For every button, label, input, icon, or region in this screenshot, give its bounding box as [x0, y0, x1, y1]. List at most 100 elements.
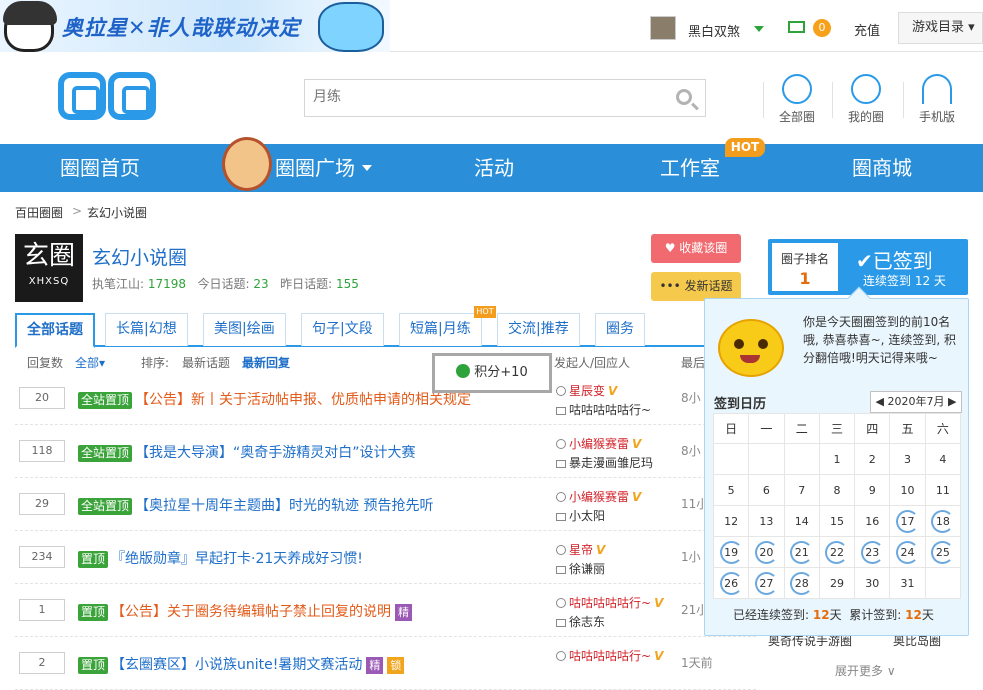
tab-exchange[interactable]: 交流|推荐 — [497, 313, 580, 346]
group-logo: 玄圈 XHXSQ — [15, 234, 83, 302]
new-topic-button[interactable]: ••• 发新话题 — [651, 272, 741, 301]
expand-more[interactable]: 展开更多 ∨ — [835, 662, 896, 679]
topic-replier[interactable]: 咕咕咕咕咕行~ — [556, 401, 651, 418]
topic-title-link[interactable]: 【公告】新丨关于活动帖申报、优质帖申请的相关规定 — [135, 392, 471, 408]
topic-row[interactable]: 234 置顶 『绝版勋章』早起打卡·21天养成好习惯! 星帝 V 徐谦丽 1小 — [15, 531, 756, 584]
featured-badge: 精 — [395, 604, 413, 621]
pinned-tag: 全站置顶 — [78, 392, 133, 409]
sort-latest-reply[interactable]: 最新回复 — [242, 354, 290, 371]
topic-row[interactable]: 1 置顶 【公告】关于圈务待编辑帖子禁止回复的说明精咕咕咕咕咕行~ V 徐志东 21小 — [15, 584, 756, 637]
calendar-day: 3 — [889, 443, 926, 475]
new-topic-label: 发新话题 — [684, 279, 733, 293]
topic-author[interactable]: 小编猴赛雷 V — [556, 435, 641, 452]
topic-author[interactable]: 咕咕咕咕咕行~ V — [556, 647, 663, 664]
user-icon — [851, 74, 881, 104]
nav-plaza[interactable]: 圈圈广场 — [275, 144, 355, 192]
promo-banner[interactable]: 奥拉星✕非人哉联动决定 — [0, 0, 390, 52]
my-groups-button[interactable]: 我的圈 — [836, 74, 896, 124]
tab-all-topics[interactable]: 全部话题 — [15, 313, 95, 348]
tab-short-monthly[interactable]: 短篇|月练 — [399, 313, 482, 346]
points-text: 积分+10 — [474, 365, 528, 380]
topic-title-line: 全站置顶 【奥拉星十周年主题曲】时光的轨迹 预告抢先听 — [78, 495, 433, 515]
streak-unit: 天 — [829, 608, 842, 622]
topic-replier-name: 徐谦丽 — [569, 562, 606, 576]
avatar[interactable] — [650, 16, 676, 40]
mobile-version-button[interactable]: 手机版 — [907, 74, 967, 124]
calendar-day-number: 10 — [900, 483, 915, 497]
topic-author-name: 小编猴赛雷 — [569, 490, 630, 504]
topic-replier[interactable]: 暴走漫画雏尼玛 — [556, 454, 653, 471]
topic-author[interactable]: 小编猴赛雷 V — [556, 488, 641, 505]
mail-icon[interactable] — [788, 21, 805, 33]
rank-label: 圈子排名 — [780, 252, 829, 266]
favorite-group-button[interactable]: ♥ 收藏该圈 — [651, 234, 741, 263]
topic-row[interactable]: 29 全站置顶 【奥拉星十周年主题曲】时光的轨迹 预告抢先听 小编猴赛雷 V 小太阳 11小 — [15, 478, 756, 531]
nav-studio[interactable]: 工作室 — [660, 144, 720, 192]
weekday-header: 三 — [818, 413, 856, 444]
topic-row[interactable]: 2 置顶 【玄圈赛区】小说族unite!暑期文赛活动精锁 咕咕咕咕咕行~ V 1天前 — [15, 637, 756, 690]
calendar-day: 22 — [818, 536, 856, 568]
topic-title-link[interactable]: 【我是大导演】“奥奇手游精灵对白”设计大赛 — [135, 445, 416, 461]
game-directory-label: 游戏目录 — [912, 20, 965, 35]
topic-title-link[interactable]: 【玄圈赛区】小说族unite!暑期文赛活动 — [111, 657, 362, 673]
topic-author[interactable]: 星帝 V — [556, 541, 605, 558]
topic-replier[interactable]: 徐谦丽 — [556, 560, 605, 577]
my-groups-label: 我的圈 — [847, 110, 884, 124]
calendar-day-number: 13 — [759, 514, 774, 528]
tab-affairs[interactable]: 圈务 — [595, 313, 645, 346]
search-icon[interactable] — [676, 89, 692, 105]
topic-row[interactable]: 118 全站置顶 【我是大导演】“奥奇手游精灵对白”设计大赛 小编猴赛雷 V 暴走漫画雏尼… — [15, 425, 756, 478]
chat-bubble-icon: ••• — [659, 279, 681, 293]
tab-sentences[interactable]: 句子|文段 — [301, 313, 384, 346]
calendar-day: 13 — [748, 505, 785, 537]
topic-author-name: 星帝 — [569, 543, 594, 557]
calendar-day: 29 — [818, 567, 856, 599]
checkmark-icon: ✔ — [856, 249, 873, 273]
tab-long-fantasy[interactable]: 长篇|幻想 — [105, 313, 188, 346]
topic-title-link[interactable]: 『绝版勋章』早起打卡·21天养成好习惯! — [111, 551, 363, 567]
sort-latest-topic[interactable]: 最新话题 — [182, 354, 230, 371]
topic-title-link[interactable]: 【奥拉星十周年主题曲】时光的轨迹 预告抢先听 — [135, 498, 433, 514]
user-icon — [556, 386, 566, 396]
recharge-link[interactable]: 充值 — [854, 20, 880, 39]
tab-art[interactable]: 美图|绘画 — [203, 313, 286, 346]
breadcrumb-current[interactable]: 玄幻小说圈 — [87, 204, 147, 221]
search-box — [304, 79, 706, 117]
month-label: 2020年7月 — [887, 395, 945, 408]
signin-message: 你是今天圈圈签到的前10名哦, 恭喜恭喜~, 连续签到, 积分翻倍哦!明天记得来… — [803, 315, 956, 365]
topic-author-name: 小编猴赛雷 — [569, 437, 630, 451]
calendar-day — [783, 443, 820, 475]
calendar-day-number: 30 — [865, 576, 880, 590]
search-input[interactable] — [305, 80, 645, 114]
month-selector[interactable]: ◀ 2020年7月 ▶ — [870, 391, 962, 413]
sort-label: 排序: — [141, 356, 170, 370]
username[interactable]: 黑白双煞 — [688, 21, 740, 40]
quanquan-logo[interactable] — [58, 72, 158, 122]
calendar-day-number: 5 — [727, 483, 735, 497]
nav-home[interactable]: 圈圈首页 — [60, 144, 140, 192]
topic-title-link[interactable]: 【公告】关于圈务待编辑帖子禁止回复的说明 — [111, 604, 391, 620]
next-month-icon[interactable]: ▶ — [948, 395, 956, 408]
signed-in-button[interactable]: ✔已签到 — [856, 245, 933, 274]
topic-author[interactable]: 星辰变 V — [556, 382, 617, 399]
calendar-day: 28 — [783, 567, 820, 599]
topic-row[interactable]: 20 全站置顶 【公告】新丨关于活动帖申报、优质帖申请的相关规定 星辰变 V 咕咕咕咕咕行… — [15, 372, 756, 425]
filter-all-dropdown[interactable]: 全部▾ — [75, 354, 105, 371]
weekday-header: 日 — [712, 413, 750, 444]
calendar-day: 2 — [854, 443, 891, 475]
breadcrumb-home[interactable]: 百田圈圈 — [15, 204, 63, 221]
reply-count: 2 — [19, 652, 65, 674]
calendar-day: 19 — [712, 536, 750, 568]
prev-month-icon[interactable]: ◀ — [876, 395, 884, 408]
nav-activity[interactable]: 活动 — [474, 144, 514, 192]
all-groups-button[interactable]: 全部圈 — [767, 74, 827, 124]
calendar-day-number: 14 — [794, 514, 809, 528]
topic-tabs: 全部话题 长篇|幻想 美图|绘画 句子|文段 短篇|月练 交流|推荐 圈务 — [15, 313, 756, 348]
calendar-day: 24 — [889, 536, 926, 568]
topic-replier[interactable]: 徐志东 — [556, 613, 605, 630]
game-directory-dropdown[interactable]: 游戏目录 ▾ — [898, 12, 983, 44]
topic-replier[interactable]: 小太阳 — [556, 507, 605, 524]
chevron-down-icon[interactable] — [754, 26, 764, 32]
nav-mall[interactable]: 圈商城 — [852, 144, 912, 192]
topic-author[interactable]: 咕咕咕咕咕行~ V — [556, 594, 663, 611]
